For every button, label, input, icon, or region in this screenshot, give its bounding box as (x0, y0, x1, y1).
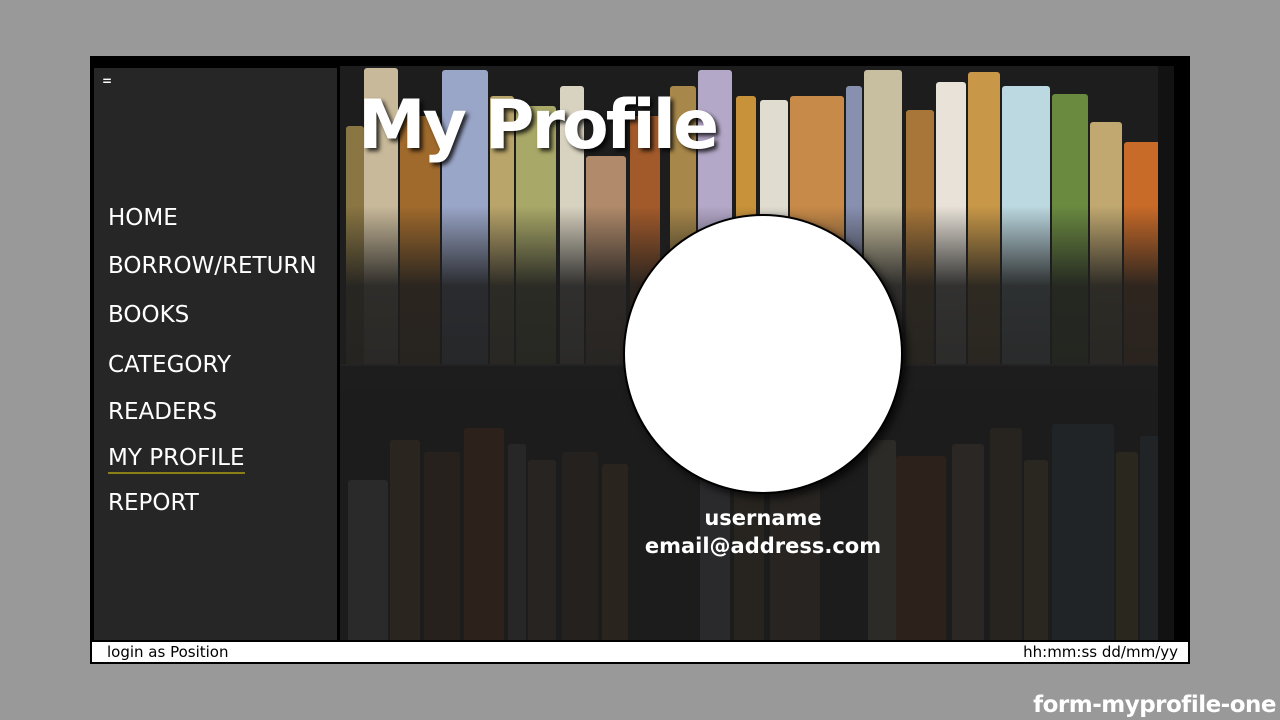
nav-item-readers[interactable]: READERS (108, 398, 217, 426)
datetime-status: hh:mm:ss dd/mm/yy (1023, 643, 1178, 661)
sidebar: = HOME BORROW/RETURN BOOKS CATEGORY READ… (94, 68, 339, 640)
page-title: My Profile (358, 86, 719, 165)
login-status: login as Position (107, 643, 229, 661)
nav-item-home[interactable]: HOME (108, 204, 178, 232)
nav-item-borrow-return[interactable]: BORROW/RETURN (108, 252, 317, 280)
nav-item-my-profile[interactable]: MY PROFILE (108, 444, 245, 474)
profile-username: username (704, 506, 822, 530)
nav-item-report[interactable]: REPORT (108, 489, 199, 517)
form-name-label: form-myprofile-one (1033, 692, 1276, 718)
nav-item-books[interactable]: BOOKS (108, 301, 189, 329)
app-window: = HOME BORROW/RETURN BOOKS CATEGORY READ… (90, 56, 1190, 664)
window-top-strip (92, 58, 1188, 66)
status-bar: login as Position hh:mm:ss dd/mm/yy (92, 640, 1188, 662)
menu-toggle-icon[interactable]: = (102, 75, 112, 87)
profile-avatar[interactable] (623, 214, 903, 494)
profile-email: email@address.com (644, 534, 882, 558)
scrollbar-track[interactable] (1158, 66, 1174, 640)
main-content: My Profile username email@address.com (340, 66, 1174, 640)
nav-item-category[interactable]: CATEGORY (108, 351, 231, 379)
